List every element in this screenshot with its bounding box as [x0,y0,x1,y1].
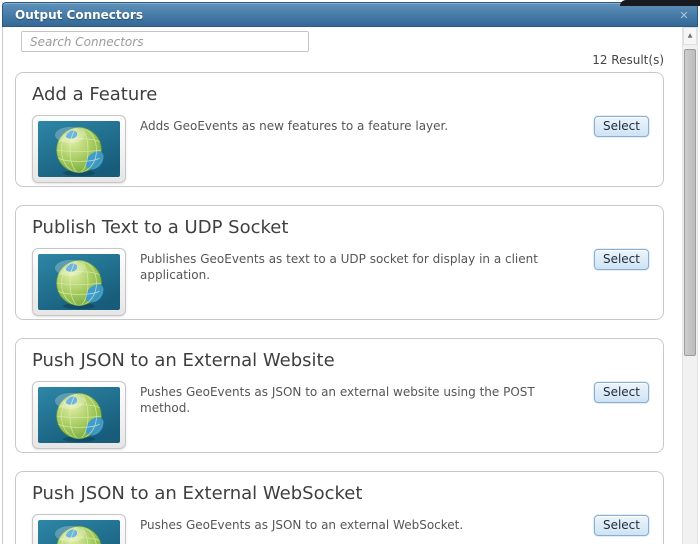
connector-thumbnail [32,380,126,449]
connector-thumbnail [32,513,126,544]
connector-row: Pushes GeoEvents as JSON to an external … [32,513,649,544]
select-button[interactable]: Select [593,381,649,403]
connector-title: Push JSON to an External Website [32,350,335,371]
connector-card: Push JSON to an External WebSocket Pushe… [15,471,664,544]
select-button[interactable]: Select [593,514,649,536]
connector-row: Adds GeoEvents as new features to a feat… [32,114,649,183]
connector-thumbnail [32,247,126,316]
connector-description: Pushes GeoEvents as JSON to an external … [140,517,464,532]
connector-card: Push JSON to an External Website Pushes … [15,338,664,453]
connector-title: Add a Feature [32,84,158,105]
close-button[interactable]: ✕ [676,4,692,26]
dialog-titlebar[interactable]: Output Connectors ✕ [2,2,698,27]
connector-row: Pushes GeoEvents as JSON to an external … [32,380,649,449]
scroll-up-button[interactable]: ▲ [683,27,697,45]
connector-description: Adds GeoEvents as new features to a feat… [140,118,449,133]
scroll-up-icon: ▲ [687,32,693,39]
select-button[interactable]: Select [593,248,649,270]
globe-icon [38,120,120,177]
globe-icon [38,519,120,544]
connector-list: Add a Feature Adds GeoEvents as new feat… [15,72,664,544]
search-input[interactable] [21,31,309,52]
scrollbar-thumb[interactable] [684,49,696,356]
page-background-strip [620,0,700,6]
connector-title: Push JSON to an External WebSocket [32,483,363,504]
globe-icon [38,253,120,310]
connector-description: Publishes GeoEvents as text to a UDP soc… [140,251,538,282]
select-button[interactable]: Select [593,115,649,137]
connector-card: Publish Text to a UDP Socket Publishes G… [15,205,664,320]
scrollbar[interactable]: ▲ [682,27,697,544]
connector-card: Add a Feature Adds GeoEvents as new feat… [15,72,664,187]
connector-thumbnail [32,114,126,183]
close-icon: ✕ [679,8,689,22]
connector-title: Publish Text to a UDP Socket [32,217,289,238]
dialog-title: Output Connectors [15,8,143,22]
connector-description: Pushes GeoEvents as JSON to an external … [140,384,535,415]
output-connectors-dialog: Output Connectors ✕ 12 Result(s) Add a F… [2,2,698,544]
results-count: 12 Result(s) [592,53,664,67]
screen: Output Connectors ✕ 12 Result(s) Add a F… [0,0,700,544]
globe-icon [38,386,120,443]
connector-row: Publishes GeoEvents as text to a UDP soc… [32,247,649,316]
